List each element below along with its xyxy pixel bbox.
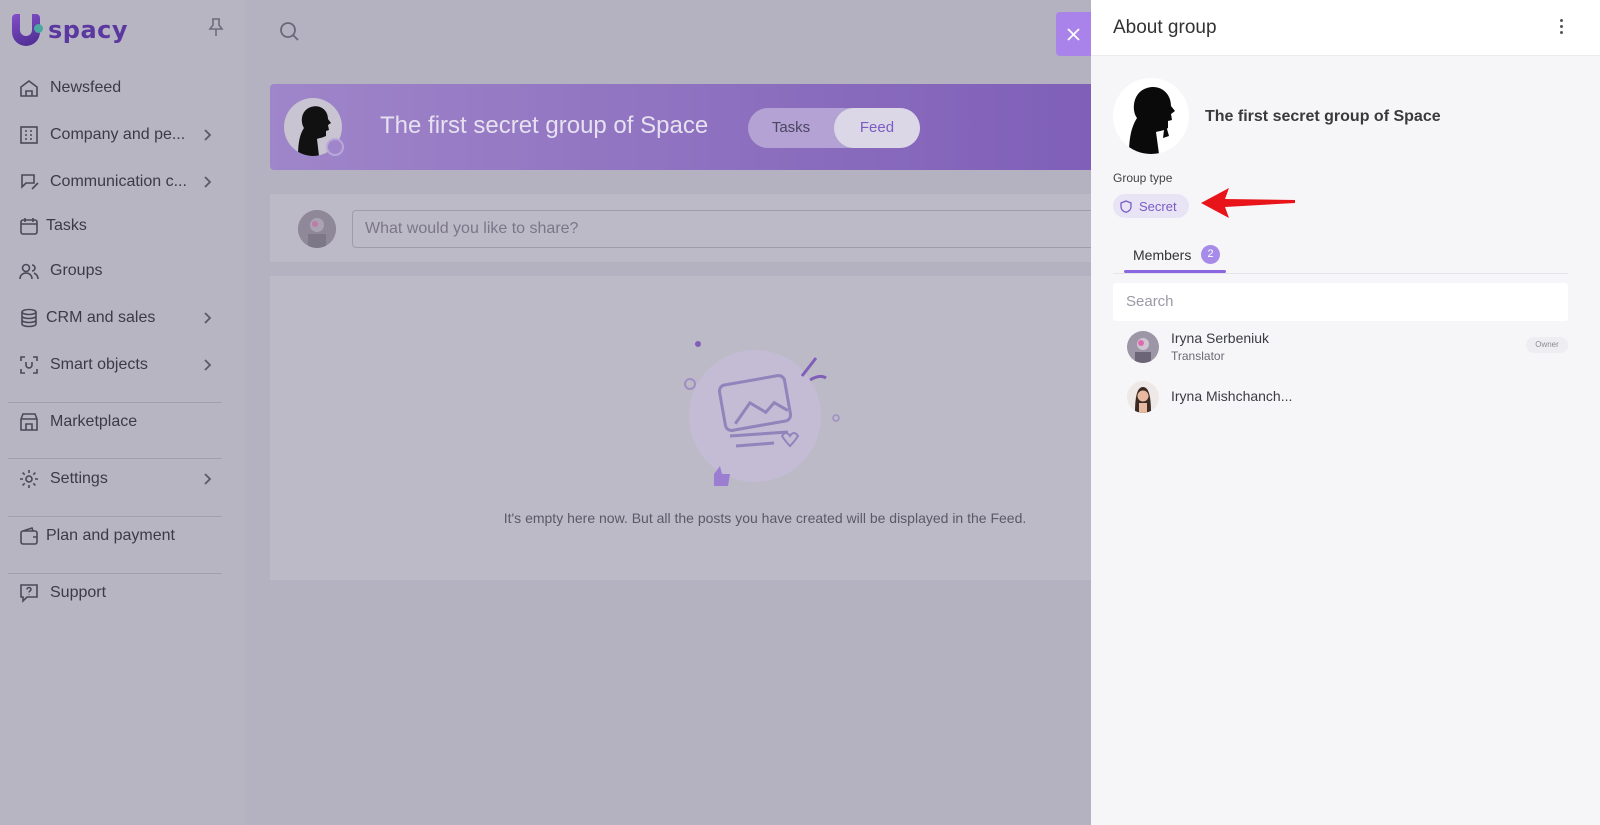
group-tabs: Tasks Feed [748,108,920,148]
tab-divider [1113,273,1568,274]
chevron-right-icon [204,473,212,485]
sidebar-item-communication[interactable]: Communication c... [0,162,246,202]
shield-icon [1120,199,1132,213]
chevron-right-icon [204,359,212,371]
member-search-input[interactable]: Search [1113,283,1568,321]
sidebar-item-label: Communication c... [50,173,187,190]
member-row[interactable]: Iryna Mishchanch... [1113,375,1568,419]
building-icon [20,126,38,144]
calendar-icon [20,218,38,235]
annotation-arrow-icon [1201,188,1295,218]
main-content: The first secret group of Space Tasks Fe… [246,0,1091,825]
sidebar-item-label: Newsfeed [50,79,122,96]
group-type-badge: Secret [1113,194,1189,218]
sidebar-item-smart-objects[interactable]: Smart objects [0,345,246,385]
app-logo[interactable]: spacy [12,12,128,48]
scan-icon [20,356,38,374]
home-icon [20,80,38,97]
sidebar-item-newsfeed[interactable]: Newsfeed [0,68,246,108]
group-avatar-large [1113,78,1189,154]
members-count-badge: 2 [1201,245,1220,264]
search-icon[interactable] [278,20,300,42]
tab-members[interactable]: Members 2 [1124,240,1226,273]
group-banner: The first secret group of Space Tasks Fe… [270,84,1091,170]
top-bar [246,0,1091,60]
sidebar-item-tasks[interactable]: Tasks [0,206,246,246]
chevron-right-icon [204,176,212,188]
member-name: Iryna Serbeniuk [1171,330,1270,346]
tab-tasks[interactable]: Tasks [748,108,834,148]
group-type-value: Secret [1139,198,1177,214]
sidebar-item-marketplace[interactable]: Marketplace [0,402,246,442]
logo-text: spacy [48,16,129,44]
panel-header: About group [1091,0,1600,56]
coins-icon [21,308,37,328]
user-avatar [298,210,336,248]
feed-empty-state: It's empty here now. But all the posts y… [270,276,1091,580]
sidebar-item-label: CRM and sales [46,309,156,326]
sidebar: spacy Newsfeed Company and pe... Communi… [0,0,246,825]
shield-badge-icon [326,138,344,156]
chevron-right-icon [204,312,212,324]
help-icon [20,584,38,603]
wallet-icon [20,526,38,545]
post-composer: What would you like to share? [270,194,1091,262]
sidebar-item-crm[interactable]: CRM and sales [0,298,246,338]
sidebar-item-label: Support [50,584,107,601]
gear-icon [20,470,38,488]
sidebar-item-groups[interactable]: Groups [0,251,246,291]
sidebar-item-label: Settings [50,470,108,487]
more-options-icon[interactable] [1559,19,1565,37]
sidebar-item-label: Tasks [46,217,87,234]
silhouette-icon [1129,87,1175,154]
member-name: Iryna Mishchanch... [1171,388,1293,404]
members-tab-label: Members [1133,247,1192,263]
store-icon [20,413,38,431]
sidebar-item-settings[interactable]: Settings [0,459,246,499]
users-icon [19,263,39,280]
post-input[interactable]: What would you like to share? [352,210,1091,248]
tab-feed[interactable]: Feed [834,108,920,148]
group-type-label: Group type [1113,171,1173,185]
sidebar-item-company[interactable]: Company and pe... [0,115,246,155]
empty-feed-illustration [684,341,840,486]
chevron-right-icon [204,129,212,141]
member-avatar [1127,381,1159,413]
member-row[interactable]: Iryna Serbeniuk Translator Owner [1113,325,1568,369]
group-title: The first secret group of Space [380,112,709,139]
panel-title: About group [1113,17,1217,38]
group-name: The first secret group of Space [1205,108,1441,125]
sidebar-item-label: Marketplace [50,413,138,430]
pin-icon[interactable] [207,17,225,37]
sidebar-item-label: Company and pe... [50,126,186,143]
close-panel-button[interactable] [1056,12,1091,56]
member-role: Translator [1171,349,1225,363]
close-icon [1067,28,1080,41]
sidebar-item-support[interactable]: Support [0,573,246,613]
logo-dot [34,24,43,33]
about-group-panel: About group The first secret group of Sp… [1091,0,1600,825]
chat-edit-icon [21,174,39,190]
member-avatar [1127,331,1159,363]
sidebar-item-label: Smart objects [50,356,148,373]
sidebar-item-plan[interactable]: Plan and payment [0,516,246,556]
owner-badge: Owner [1526,337,1568,353]
sidebar-item-label: Groups [50,262,103,279]
sidebar-item-label: Plan and payment [46,527,175,544]
